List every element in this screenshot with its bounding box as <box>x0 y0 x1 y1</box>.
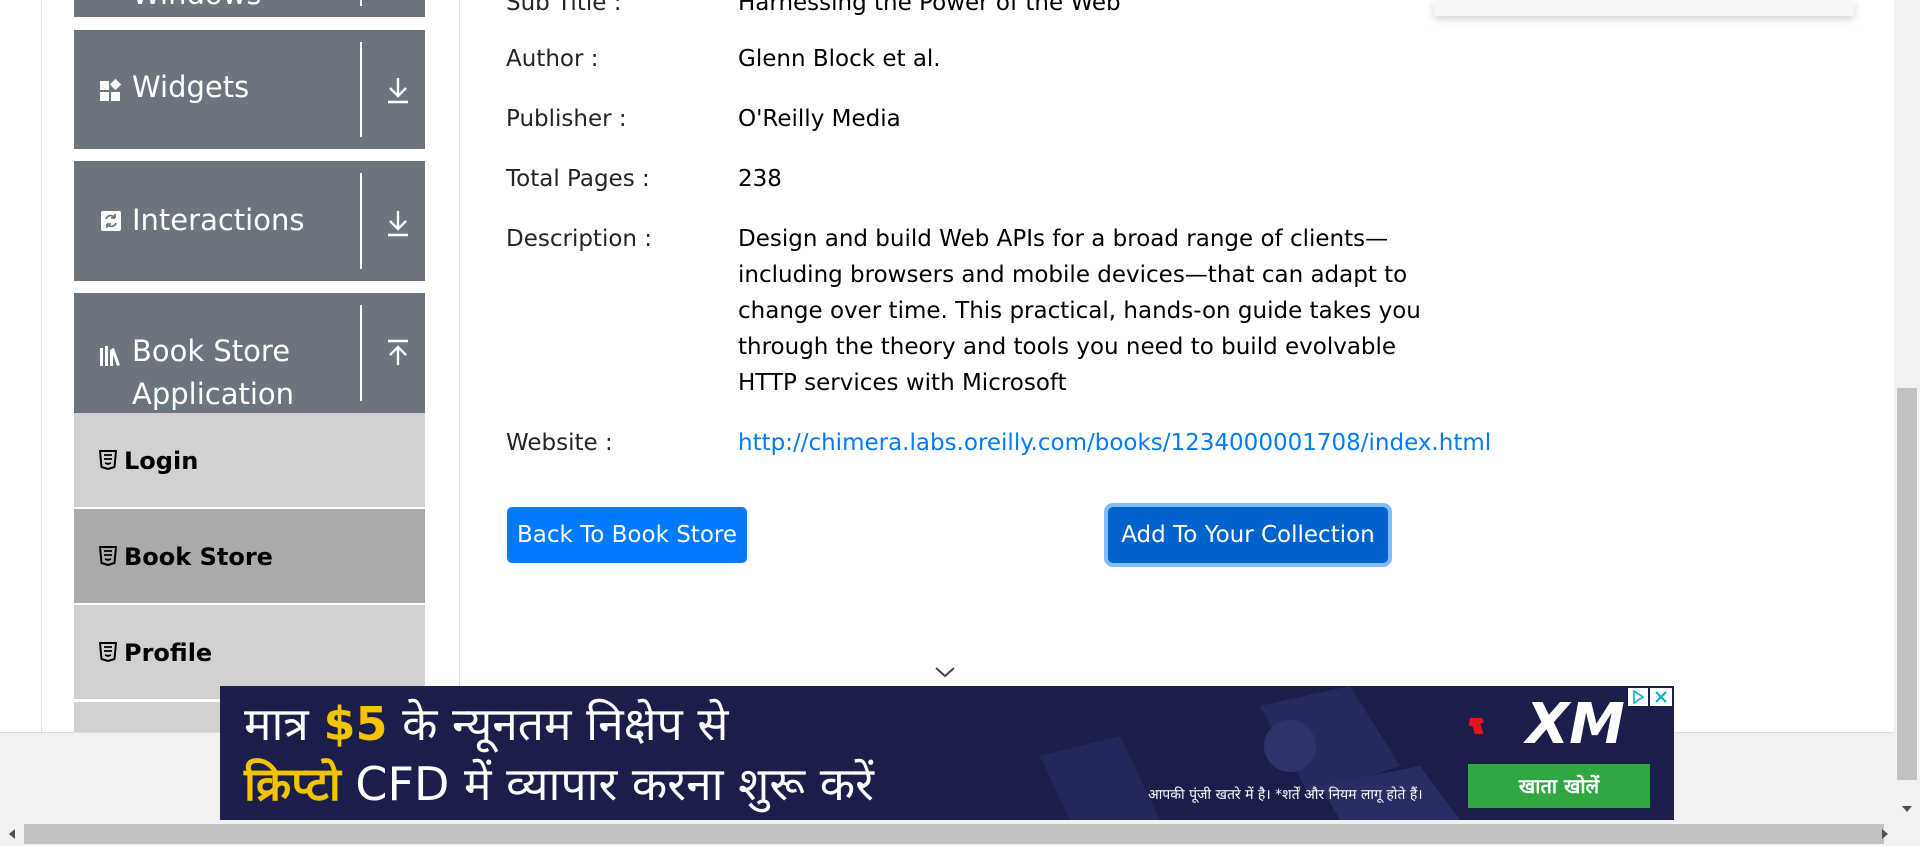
ad-headline-line1: मात्र $5 के न्यूनतम निक्षेप से <box>244 696 728 752</box>
html5-icon <box>98 642 118 662</box>
description-line: change over time. This practical, hands-… <box>738 298 1421 324</box>
author-label: Author : <box>506 46 599 72</box>
ad-brand: XM <box>1526 692 1625 757</box>
widgets-icon <box>100 78 122 101</box>
ad-highlight-text: क्रिप्टो <box>244 757 341 811</box>
sidebar-item-label: Profile <box>124 639 213 667</box>
html5-icon <box>98 450 118 470</box>
ad-text: मात्र <box>244 697 324 751</box>
chevron-down-icon[interactable] <box>385 209 411 237</box>
add-to-collection-button[interactable]: Add To Your Collection <box>1108 507 1388 563</box>
publisher-value: O'Reilly Media <box>738 106 901 132</box>
group-divider <box>360 305 362 401</box>
chevron-down-icon[interactable] <box>385 76 411 104</box>
browser-viewport: Windows Widgets Interactions <box>0 0 1920 846</box>
total-pages-value: 238 <box>738 166 782 192</box>
html5-icon <box>98 546 118 566</box>
vertical-scrollbar-thumb[interactable] <box>1897 388 1917 780</box>
chevron-down-icon[interactable] <box>934 665 956 679</box>
scroll-left-icon[interactable] <box>3 825 21 843</box>
website-link[interactable]: http://chimera.labs.oreilly.com/books/12… <box>738 428 1491 458</box>
subtitle-label: Sub Title : <box>506 0 622 16</box>
sidebar-group-label: Interactions <box>132 203 305 237</box>
sidebar-group-windows[interactable]: Windows <box>74 0 425 17</box>
sidebar-divider-line <box>459 0 460 732</box>
sidebar-group-label: Widgets <box>132 70 250 104</box>
sidebar-group-interactions[interactable]: Interactions <box>74 161 425 281</box>
group-divider <box>360 173 362 269</box>
scroll-right-icon[interactable] <box>1876 825 1894 843</box>
description-line: through the theory and tools you need to… <box>738 334 1397 360</box>
group-divider <box>360 0 362 6</box>
ad-open-account-button[interactable]: खाता खोलें <box>1468 764 1650 808</box>
subtitle-value: Harnessing the Power of the Web <box>738 0 1121 16</box>
left-border <box>41 0 42 732</box>
ad-disclaimer: आपकी पूंजी खतरे में है। *शर्तें और नियम … <box>1148 787 1423 803</box>
description-label: Description : <box>506 226 653 252</box>
books-icon <box>100 346 120 366</box>
ad-headline-line2: क्रिप्टो CFD में व्यापार करना शुरू करें <box>244 756 874 812</box>
ad-banner[interactable]: मात्र $5 के न्यूनतम निक्षेप से क्रिप्टो … <box>220 686 1674 820</box>
group-divider <box>360 42 362 137</box>
ad-text: के न्यूनतम निक्षेप से <box>387 697 729 751</box>
book-image-card <box>1434 0 1854 16</box>
ad-text: CFD में व्यापार करना शुरू करें <box>340 757 874 811</box>
sidebar-item-login[interactable]: Login <box>74 413 425 508</box>
total-pages-label: Total Pages : <box>506 166 650 192</box>
sidebar-group-label-line2: Application <box>132 377 295 411</box>
author-value: Glenn Block et al. <box>738 46 941 72</box>
horizontal-scrollbar-thumb[interactable] <box>24 824 1884 844</box>
scroll-down-icon[interactable] <box>1898 800 1916 818</box>
sidebar-group-book-store-application[interactable]: Book Store Application <box>74 293 425 413</box>
sidebar-group-label: Windows <box>132 0 261 16</box>
sidebar-item-label: Login <box>124 447 199 475</box>
description-line: Design and build Web APIs for a broad ra… <box>738 226 1389 252</box>
ad-choices-icon[interactable] <box>1628 688 1648 706</box>
chevron-up-icon[interactable] <box>385 339 411 367</box>
sidebar-group-widgets[interactable]: Widgets <box>74 30 425 149</box>
back-to-book-store-button[interactable]: Back To Book Store <box>507 507 747 563</box>
publisher-label: Publisher : <box>506 106 627 132</box>
sidebar-item-label: Book Store <box>124 543 273 571</box>
xm-logo-icon <box>1468 717 1485 735</box>
description-line: HTTP services with Microsoft <box>738 370 1067 396</box>
ad-highlight-text: $5 <box>323 697 388 751</box>
website-label: Website : <box>506 430 613 456</box>
description-line: including browsers and mobile devices—th… <box>738 262 1408 288</box>
sidebar-group-label-line1: Book Store <box>132 334 291 368</box>
interactions-icon <box>101 211 121 231</box>
sidebar-item-book-store[interactable]: Book Store <box>74 509 425 604</box>
close-icon[interactable] <box>1650 688 1672 706</box>
